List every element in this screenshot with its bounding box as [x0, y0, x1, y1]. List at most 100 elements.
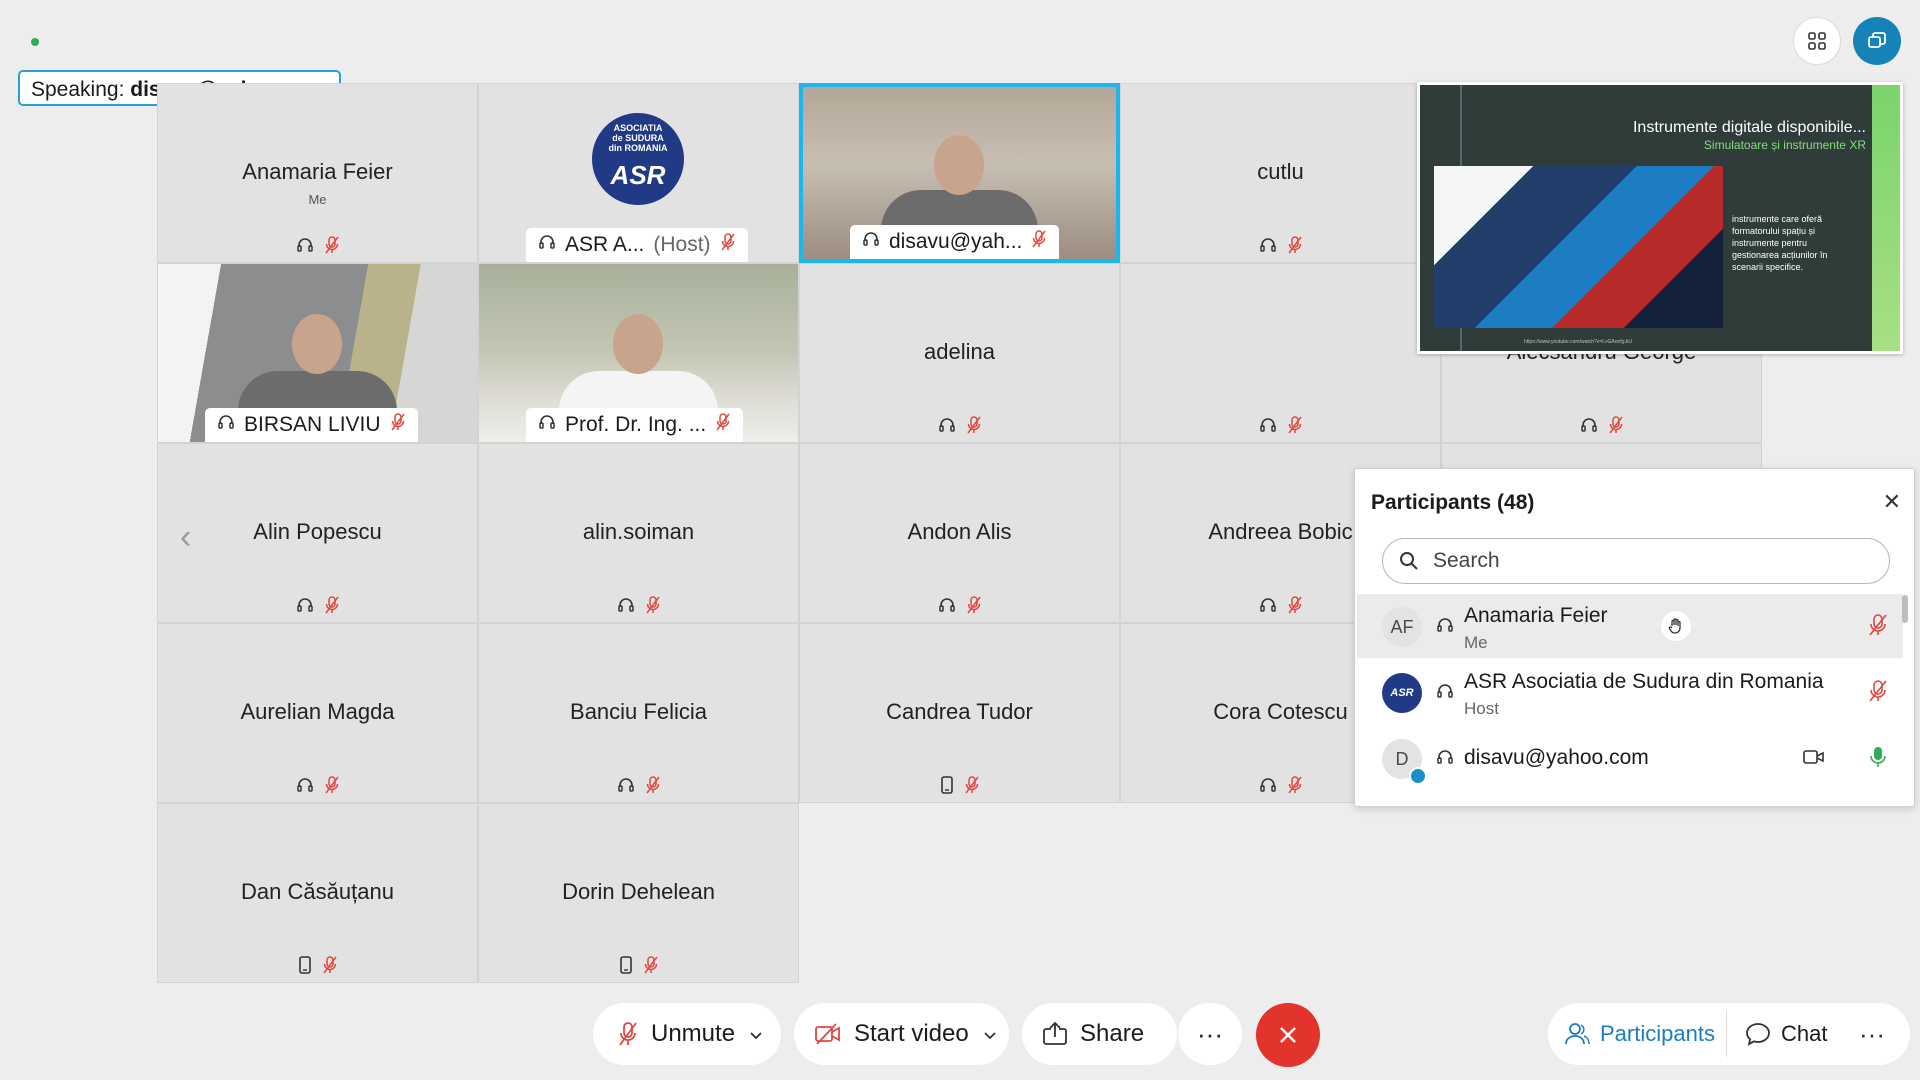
divider: [1726, 1011, 1727, 1057]
participant-tile[interactable]: BIRSAN LIVIU: [157, 263, 478, 443]
layout-grid-button[interactable]: [1793, 17, 1841, 65]
mic-muted-icon[interactable]: [1867, 612, 1889, 643]
participant-tile[interactable]: Alin Popescu: [157, 443, 478, 623]
mic-muted-icon: [643, 955, 659, 980]
participant-tile[interactable]: alin.soiman: [478, 443, 799, 623]
tile-name-label: disavu@yah...: [850, 225, 1060, 259]
participant-tile[interactable]: Dan Căsăuțanu: [157, 803, 478, 983]
camera-icon: [1803, 748, 1825, 771]
participants-scrollbar[interactable]: [1902, 595, 1908, 623]
start-video-label: Start video: [854, 1020, 969, 1047]
shared-slide: Instrumente digitale disponibile... Simu…: [1420, 85, 1900, 351]
unmute-button[interactable]: Unmute: [593, 1003, 781, 1065]
person-silhouette: [612, 313, 663, 374]
mic-muted-icon: [1031, 229, 1047, 255]
participant-tile[interactable]: [1120, 263, 1441, 443]
slide-body-text: instrumente care oferă formatorului spaț…: [1732, 214, 1828, 272]
tile-status-icons: [800, 415, 1119, 440]
mic-muted-icon: [324, 235, 340, 260]
avatar: AF: [1382, 607, 1422, 647]
raise-hand-icon[interactable]: [1661, 611, 1691, 641]
participant-tile[interactable]: Anamaria Feier Me: [157, 83, 478, 263]
previous-page-arrow-icon[interactable]: ‹: [180, 518, 191, 557]
headset-icon: [1436, 616, 1454, 639]
tile-status-icons: [158, 775, 477, 800]
participant-tile[interactable]: Prof. Dr. Ing. ...: [478, 263, 799, 443]
popout-icon: [1868, 32, 1886, 48]
participant-row[interactable]: ASR ASR Asociatia de Sudura din Romania …: [1357, 660, 1903, 724]
participant-search-box[interactable]: [1382, 538, 1890, 584]
more-panels-button[interactable]: ···: [1859, 1003, 1885, 1065]
chevron-down-icon[interactable]: [749, 1020, 763, 1048]
participant-row[interactable]: D disavu@yahoo.com: [1357, 726, 1903, 790]
phone-icon: [940, 776, 954, 799]
mic-active-icon[interactable]: [1867, 744, 1889, 775]
search-icon: [1400, 552, 1418, 570]
headset-icon: [938, 416, 956, 439]
mic-muted-icon: [619, 1022, 637, 1046]
participant-name: disavu@yahoo.com: [1464, 746, 1649, 769]
tile-name: alin.soiman: [582, 519, 695, 544]
participant-tile[interactable]: Dorin Dehelean: [478, 803, 799, 983]
start-video-button[interactable]: Start video: [794, 1003, 1009, 1065]
tile-name-label: ASR A... (Host): [526, 228, 748, 262]
chevron-down-icon[interactable]: [983, 1020, 997, 1048]
mic-muted-icon: [324, 595, 340, 620]
leave-meeting-button[interactable]: [1256, 1003, 1320, 1067]
more-options-button[interactable]: ···: [1178, 1003, 1242, 1065]
tile-name: ASR A...: [565, 233, 645, 256]
participant-tile[interactable]: Aurelian Magda: [157, 623, 478, 803]
share-button[interactable]: Share: [1022, 1003, 1177, 1065]
participant-tile[interactable]: disavu@yah...: [799, 83, 1120, 263]
participant-tile[interactable]: cutlu: [1120, 83, 1441, 263]
participant-tile[interactable]: Banciu Felicia: [478, 623, 799, 803]
headset-icon: [296, 236, 314, 259]
mic-muted-icon: [964, 775, 980, 800]
mic-muted-icon: [645, 775, 661, 800]
headset-icon: [296, 596, 314, 619]
popout-window-button[interactable]: [1853, 17, 1901, 65]
camera-off-icon: [815, 1023, 840, 1045]
participant-tile[interactable]: ASOCIATIA de SUDURA din ROMANIA ASR ASR A...…: [478, 83, 799, 263]
headset-icon: [1259, 416, 1277, 439]
tile-name: cutlu: [1257, 159, 1304, 184]
share-icon: [1043, 1022, 1067, 1045]
participant-tile[interactable]: Candrea Tudor: [799, 623, 1120, 803]
tile-name: Anamaria Feier: [242, 159, 393, 184]
headset-icon: [1259, 596, 1277, 619]
tile-name: Aurelian Magda: [240, 699, 395, 724]
participants-label: Participants: [1600, 1021, 1715, 1046]
chat-button[interactable]: Chat: [1745, 1003, 1827, 1065]
chat-bubble-icon: [1746, 1023, 1770, 1046]
mic-muted-icon: [966, 415, 982, 440]
participants-button[interactable]: Participants: [1564, 1003, 1715, 1065]
mic-muted-icon: [1287, 775, 1303, 800]
shared-content-preview[interactable]: Instrumente digitale disponibile... Simu…: [1417, 82, 1903, 354]
mic-muted-icon[interactable]: [1867, 678, 1889, 709]
tile-name: BIRSAN LIVIU: [244, 413, 381, 436]
tile-status-icons: [1121, 235, 1440, 260]
participant-role: Host: [1464, 699, 1499, 718]
tile-role: (Host): [653, 233, 711, 256]
search-input[interactable]: [1431, 548, 1855, 574]
participants-panel: Participants (48) ✕ AF Anamaria Feier Me…: [1354, 468, 1915, 807]
more-icon: ···: [1197, 1018, 1223, 1049]
tile-name: Andon Alis: [907, 519, 1012, 544]
headset-icon: [1580, 416, 1598, 439]
tile-status-icons: [158, 955, 477, 980]
participant-row[interactable]: AF Anamaria Feier Me: [1357, 594, 1903, 658]
close-icon[interactable]: ✕: [1883, 489, 1901, 515]
participant-tile[interactable]: Andon Alis: [799, 443, 1120, 623]
slide-source-url: https://www.youtube.com/watch?v=LvGAonfg…: [1524, 339, 1632, 345]
slide-photo: [1434, 166, 1723, 328]
tile-name: Banciu Felicia: [570, 699, 707, 724]
grid-icon: [1808, 32, 1826, 50]
mic-muted-icon: [645, 595, 661, 620]
tile-status-icons: [158, 595, 477, 620]
tile-role: Me: [308, 192, 327, 207]
asr-logo: ASOCIATIA de SUDURA din ROMANIA ASR: [592, 113, 684, 205]
headset-icon: [538, 233, 556, 257]
mic-muted-icon: [1287, 235, 1303, 260]
participant-tile[interactable]: adelina: [799, 263, 1120, 443]
panel-controls-bar: Participants Chat ···: [1548, 1003, 1910, 1065]
